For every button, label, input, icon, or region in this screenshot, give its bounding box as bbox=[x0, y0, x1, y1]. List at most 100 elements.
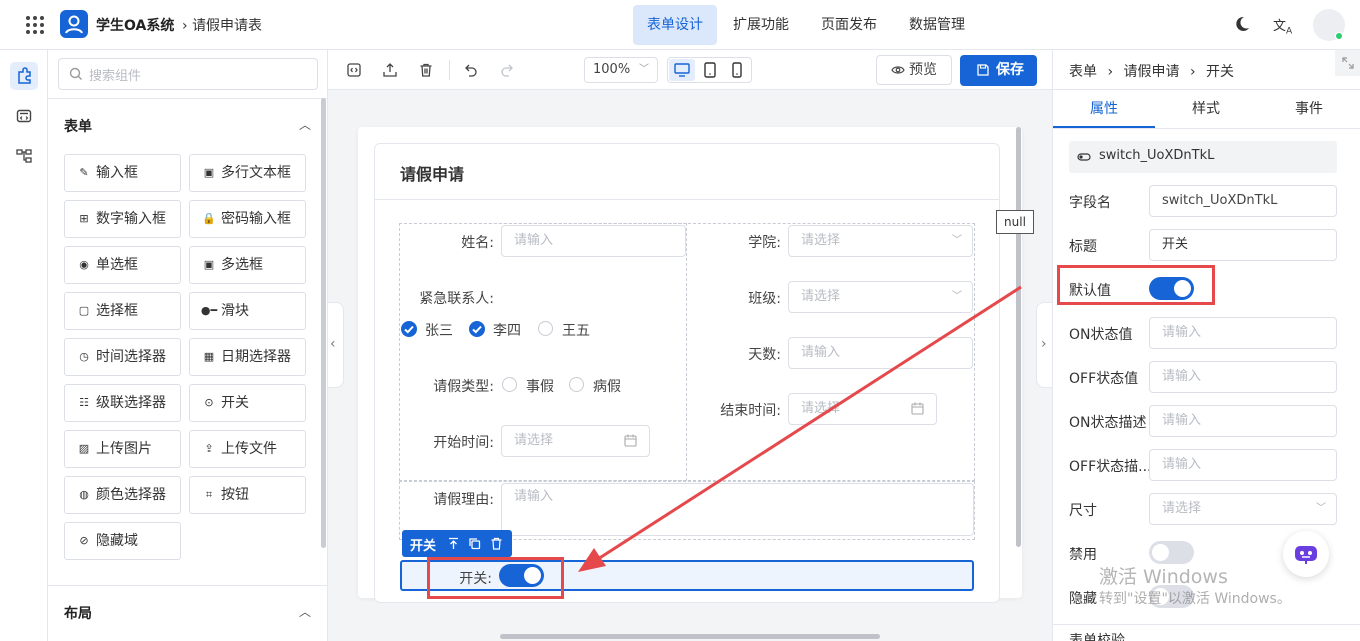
delete-icon[interactable] bbox=[490, 537, 503, 550]
component-date-picker[interactable]: ▦ 日期选择器 bbox=[189, 338, 306, 376]
palette-icon: ◍ bbox=[79, 488, 89, 501]
tree-structure-icon[interactable] bbox=[16, 148, 32, 164]
field-name-input[interactable]: switch_UoXDnTkL bbox=[1149, 185, 1337, 217]
component-color-picker[interactable]: ◍ 颜色选择器 bbox=[64, 476, 181, 514]
component-password-input[interactable]: 🔒 密码输入框 bbox=[189, 200, 306, 238]
component-cascader[interactable]: ☷ 级联选择器 bbox=[64, 384, 181, 422]
tab-data-management[interactable]: 数据管理 bbox=[895, 5, 979, 45]
component-select[interactable]: ▢ 选择框 bbox=[64, 292, 181, 330]
radio-sick-leave[interactable] bbox=[569, 377, 584, 392]
expand-icon[interactable] bbox=[1335, 50, 1360, 76]
crumb-switch[interactable]: 开关 bbox=[1206, 64, 1234, 80]
tab-events[interactable]: 事件 bbox=[1257, 90, 1360, 128]
zoom-select[interactable]: 100% ﹀ bbox=[584, 57, 658, 83]
leave-type-label: 请假类型: bbox=[433, 379, 494, 395]
activation-watermark-subtitle: 转到"设置"以激活 Windows。 bbox=[1099, 591, 1291, 607]
divider bbox=[449, 60, 450, 80]
name-input[interactable]: 请输入 bbox=[501, 225, 686, 257]
component-label: 滑块 bbox=[221, 303, 249, 319]
search-placeholder: 搜索组件 bbox=[89, 69, 142, 84]
mobile-icon[interactable] bbox=[724, 59, 750, 81]
undo-icon[interactable] bbox=[463, 62, 479, 78]
apps-grid-icon[interactable] bbox=[25, 15, 45, 35]
leave-type-sick: 病假 bbox=[593, 379, 621, 395]
size-select[interactable]: 请选择 ﹀ bbox=[1149, 493, 1337, 525]
puzzle-icon[interactable] bbox=[10, 62, 38, 90]
college-select[interactable]: 请选择 ﹀ bbox=[788, 225, 973, 257]
contact-option-wangwu: 王五 bbox=[562, 323, 590, 339]
tab-publish[interactable]: 页面发布 bbox=[807, 5, 891, 45]
off-value-label: OFF状态值 bbox=[1069, 371, 1139, 387]
moon-icon[interactable] bbox=[1233, 16, 1250, 33]
upload-icon[interactable] bbox=[382, 62, 398, 78]
eye-off-icon: ⊘ bbox=[79, 534, 89, 547]
panel-scrollbar[interactable] bbox=[321, 98, 326, 548]
radio-sick-leave-personal[interactable] bbox=[502, 377, 517, 392]
tab-extensions[interactable]: 扩展功能 bbox=[719, 5, 803, 45]
app-logo bbox=[60, 10, 88, 38]
title-input[interactable]: 开关 bbox=[1149, 229, 1337, 261]
chevron-down-icon: ﹀ bbox=[1316, 503, 1326, 514]
canvas-vscrollbar[interactable] bbox=[1016, 127, 1021, 547]
crumb-leave[interactable]: 请假申请 bbox=[1124, 64, 1180, 80]
component-time-picker[interactable]: ◷ 时间选择器 bbox=[64, 338, 181, 376]
component-upload-image[interactable]: ▨ 上传图片 bbox=[64, 430, 181, 468]
canvas-hscrollbar[interactable] bbox=[500, 634, 880, 639]
component-number-input[interactable]: ⊞ 数字输入框 bbox=[64, 200, 181, 238]
class-label: 班级: bbox=[748, 291, 781, 307]
tab-form-design[interactable]: 表单设计 bbox=[633, 5, 717, 45]
on-desc-input[interactable]: 请输入 bbox=[1149, 405, 1337, 437]
component-switch[interactable]: ⊙ 开关 bbox=[189, 384, 306, 422]
tablet-icon[interactable] bbox=[697, 59, 723, 81]
desktop-icon[interactable] bbox=[669, 59, 695, 81]
start-time-input[interactable]: 请选择 bbox=[501, 425, 650, 457]
breadcrumb[interactable]: › 请假申请表 bbox=[182, 15, 262, 35]
component-checkbox[interactable]: ▣ 多选框 bbox=[189, 246, 306, 284]
chevron-up-icon[interactable]: ︿ bbox=[299, 603, 311, 620]
crumb-form[interactable]: 表单 bbox=[1069, 64, 1097, 80]
size-label: 尺寸 bbox=[1069, 503, 1097, 519]
code-block-icon[interactable] bbox=[16, 108, 32, 124]
slider-icon: ●━ bbox=[200, 304, 218, 317]
end-time-input[interactable]: 请选择 bbox=[788, 393, 937, 425]
days-input[interactable]: 请输入 bbox=[788, 337, 973, 369]
component-hidden-field[interactable]: ⊘ 隐藏域 bbox=[64, 522, 181, 560]
tab-attributes[interactable]: 属性 bbox=[1053, 90, 1155, 128]
trash-icon[interactable] bbox=[418, 62, 434, 78]
component-label: 颜色选择器 bbox=[96, 487, 166, 503]
translate-icon[interactable]: 文A bbox=[1273, 15, 1292, 37]
component-search-input[interactable]: 搜索组件 bbox=[58, 58, 318, 90]
preview-button[interactable]: 预览 bbox=[876, 55, 952, 85]
component-slider[interactable]: ●━ 滑块 bbox=[189, 292, 306, 330]
reason-textarea[interactable]: 请输入 bbox=[501, 483, 974, 536]
collapse-left-handle[interactable]: ‹ bbox=[328, 302, 344, 388]
component-radio[interactable]: ◉ 单选框 bbox=[64, 246, 181, 284]
component-upload-file[interactable]: ⇪ 上传文件 bbox=[189, 430, 306, 468]
checkbox-unchecked[interactable] bbox=[538, 321, 553, 336]
on-value-input[interactable]: 请输入 bbox=[1149, 317, 1337, 349]
component-label: 多行文本框 bbox=[221, 165, 291, 181]
collapse-right-handle[interactable]: › bbox=[1036, 302, 1052, 388]
name-label: 姓名: bbox=[461, 235, 494, 251]
off-desc-input[interactable]: 请输入 bbox=[1149, 449, 1337, 481]
component-input[interactable]: ✎ 输入框 bbox=[64, 154, 181, 192]
component-textarea[interactable]: ▣ 多行文本框 bbox=[189, 154, 306, 192]
move-top-icon[interactable] bbox=[447, 537, 460, 550]
component-button[interactable]: ⌗ 按钮 bbox=[189, 476, 306, 514]
preview-label: 预览 bbox=[909, 62, 937, 78]
checkbox-checked-icon[interactable] bbox=[469, 321, 485, 337]
off-value-input[interactable]: 请输入 bbox=[1149, 361, 1337, 393]
class-select[interactable]: 请选择 ﹀ bbox=[788, 281, 973, 313]
save-button[interactable]: 保存 bbox=[960, 55, 1037, 86]
redo-icon[interactable] bbox=[499, 62, 515, 78]
group-title-layout: 布局 bbox=[64, 606, 92, 622]
chevron-up-icon[interactable]: ︿ bbox=[299, 116, 311, 133]
copy-icon[interactable] bbox=[468, 537, 481, 550]
checkbox-checked-icon[interactable] bbox=[401, 321, 417, 337]
chatbot-button[interactable] bbox=[1283, 531, 1329, 577]
disabled-toggle[interactable] bbox=[1149, 541, 1194, 564]
button-icon: ⌗ bbox=[205, 488, 213, 501]
code-icon[interactable] bbox=[346, 62, 362, 78]
on-desc-label: ON状态描述 bbox=[1069, 415, 1147, 431]
tab-style[interactable]: 样式 bbox=[1155, 90, 1257, 128]
